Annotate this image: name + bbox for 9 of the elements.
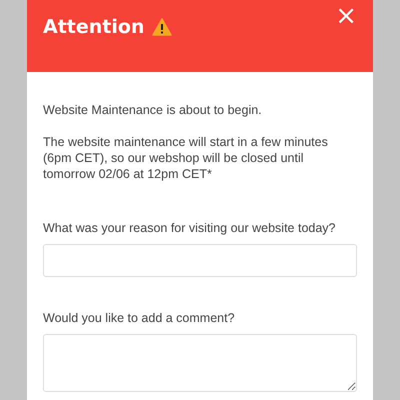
message-text: Website Maintenance is about to begin. <box>43 102 263 118</box>
comment-field[interactable] <box>43 334 357 392</box>
close-button[interactable]: × <box>335 3 357 29</box>
field-label: What was your reason for visiting our website today? <box>43 220 336 236</box>
field-label: Would you like to add a comment? <box>43 310 236 326</box>
dialog-title: Attention <box>43 16 144 38</box>
message-text: The website maintenance will start in a few minutes (6pm CET), so our webshop will be closed until tomorrow 02/06 at 12pm CET* <box>43 134 329 182</box>
input-field[interactable] <box>43 244 357 277</box>
warning-icon <box>152 18 172 36</box>
